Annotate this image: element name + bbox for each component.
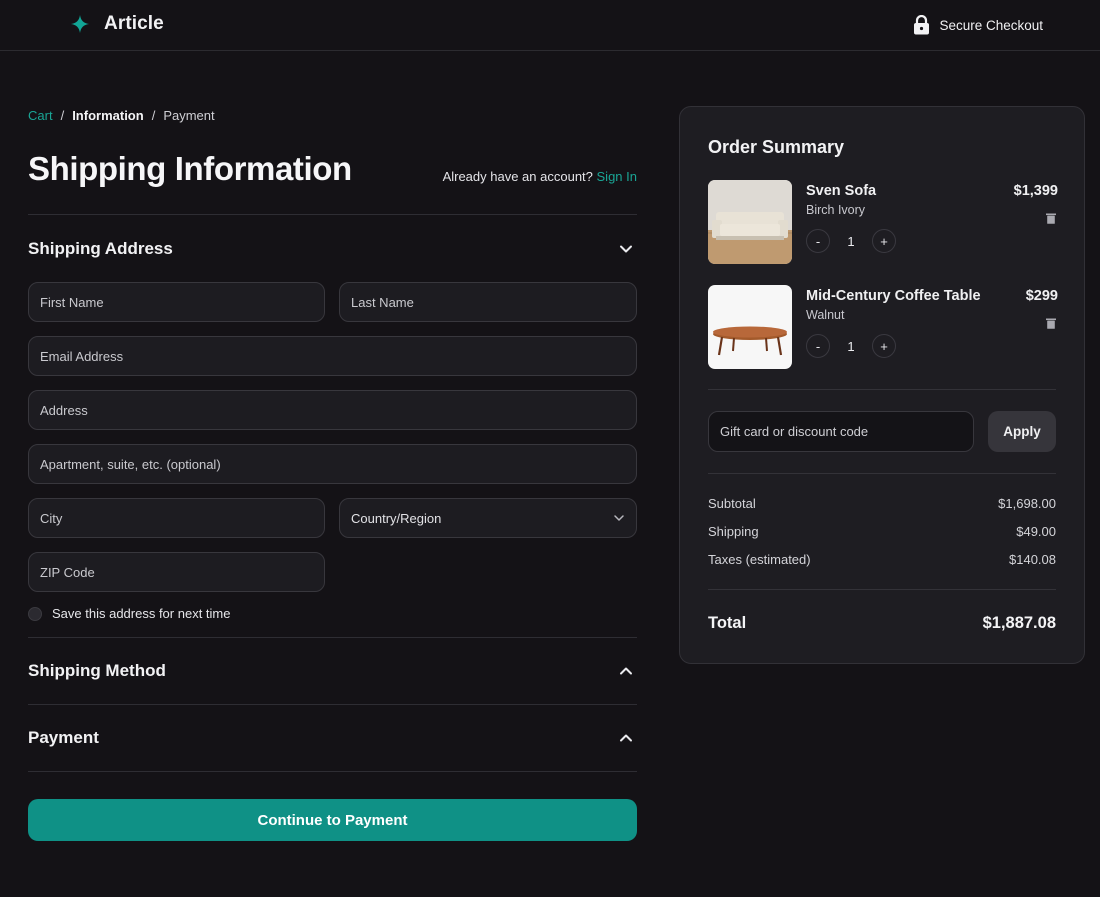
- product-image-coffee-table[interactable]: [708, 285, 792, 369]
- subtotal-value: $1,698.00: [998, 496, 1056, 511]
- breadcrumb-separator: /: [60, 108, 65, 123]
- taxes-value: $140.08: [1009, 552, 1056, 567]
- lock-icon: [914, 15, 930, 35]
- breadcrumb-information: Information: [72, 108, 144, 123]
- shipping-address-title: Shipping Address: [28, 239, 173, 258]
- account-prompt-text: Already have an account?: [442, 169, 593, 184]
- payment-header[interactable]: Payment: [28, 723, 637, 753]
- secure-checkout: Secure Checkout: [913, 15, 1043, 35]
- discount-code-field[interactable]: [708, 411, 974, 452]
- account-prompt: Already have an account? Sign In: [443, 169, 637, 184]
- divider: [708, 589, 1056, 590]
- cart-item: Sven Sofa Birch Ivory $1,399 - 1 +: [708, 180, 1058, 266]
- item-variant: Birch Ivory: [806, 203, 866, 217]
- taxes-row: Taxes (estimated) $140.08: [708, 552, 1056, 567]
- save-address-radio[interactable]: [28, 606, 42, 621]
- total-row: Total $1,887.08: [708, 614, 1056, 633]
- page-title: Shipping Information: [28, 150, 352, 187]
- city-field[interactable]: [28, 498, 325, 538]
- top-header: Article Secure Checkout: [0, 0, 1100, 51]
- quantity-value: 1: [847, 338, 855, 354]
- sparkle-icon: [71, 15, 89, 33]
- address-field[interactable]: [28, 390, 637, 430]
- subtotal-label: Subtotal: [708, 496, 756, 511]
- sofa-image: [708, 180, 792, 264]
- country-select[interactable]: Country/Region: [339, 498, 637, 538]
- quantity-stepper: - 1 +: [806, 334, 896, 358]
- increase-quantity-button[interactable]: +: [872, 229, 896, 253]
- total-label: Total: [708, 614, 747, 632]
- apartment-field[interactable]: [28, 444, 637, 484]
- divider: [28, 771, 637, 772]
- coffee-table-image: [708, 285, 792, 369]
- trash-icon[interactable]: [1046, 213, 1056, 224]
- shipping-method-header[interactable]: Shipping Method: [28, 656, 637, 686]
- subtotal-row: Subtotal $1,698.00: [708, 496, 1056, 511]
- zip-field[interactable]: [28, 552, 325, 592]
- shipping-method-title: Shipping Method: [28, 661, 166, 680]
- total-value: $1,887.08: [982, 614, 1056, 632]
- divider: [708, 389, 1056, 390]
- breadcrumb-cart[interactable]: Cart: [28, 108, 53, 123]
- breadcrumb: Cart / Information / Payment: [28, 108, 215, 123]
- continue-to-payment-button[interactable]: Continue to Payment: [28, 799, 637, 841]
- shipping-address-header[interactable]: Shipping Address: [28, 234, 637, 264]
- product-image-sofa[interactable]: [708, 180, 792, 264]
- first-name-field[interactable]: [28, 282, 325, 322]
- apply-button[interactable]: Apply: [988, 411, 1056, 452]
- email-field[interactable]: [28, 336, 637, 376]
- decrease-quantity-button[interactable]: -: [806, 229, 830, 253]
- sign-in-link[interactable]: Sign In: [597, 169, 637, 184]
- divider: [28, 637, 637, 638]
- breadcrumb-separator: /: [151, 108, 156, 123]
- last-name-field[interactable]: [339, 282, 637, 322]
- order-summary-title: Order Summary: [708, 137, 845, 157]
- chevron-down-icon: [620, 245, 632, 253]
- item-name: Sven Sofa: [806, 183, 877, 199]
- item-variant: Walnut: [806, 308, 845, 322]
- brand-name: Article: [104, 13, 164, 34]
- item-price: $299: [1025, 288, 1058, 304]
- decrease-quantity-button[interactable]: -: [806, 334, 830, 358]
- cart-item: Mid-Century Coffee Table Walnut $299 - 1…: [708, 285, 1058, 371]
- quantity-stepper: - 1 +: [806, 229, 896, 253]
- shipping-value: $49.00: [1016, 524, 1056, 539]
- divider: [28, 704, 637, 705]
- divider: [28, 214, 637, 215]
- item-name: Mid-Century Coffee Table: [806, 288, 981, 304]
- chevron-down-icon: [614, 515, 624, 521]
- secure-checkout-label: Secure Checkout: [939, 17, 1043, 33]
- country-select-value: Country/Region: [351, 510, 442, 526]
- chevron-up-icon: [620, 734, 632, 742]
- quantity-value: 1: [847, 233, 855, 249]
- increase-quantity-button[interactable]: +: [872, 334, 896, 358]
- save-address-label: Save this address for next time: [52, 606, 231, 621]
- item-price: $1,399: [1013, 183, 1058, 199]
- payment-title: Payment: [28, 728, 99, 747]
- save-address-option[interactable]: Save this address for next time: [28, 606, 230, 621]
- order-summary-panel: Order Summary Sven Sofa Birch Ivory $1,3…: [679, 106, 1085, 664]
- trash-icon[interactable]: [1046, 318, 1056, 329]
- chevron-up-icon: [620, 667, 632, 675]
- shipping-row: Shipping $49.00: [708, 524, 1056, 539]
- divider: [708, 473, 1056, 474]
- brand-logo[interactable]: Article: [70, 13, 164, 35]
- breadcrumb-payment: Payment: [163, 108, 215, 123]
- taxes-label: Taxes (estimated): [708, 552, 811, 567]
- shipping-label: Shipping: [708, 524, 759, 539]
